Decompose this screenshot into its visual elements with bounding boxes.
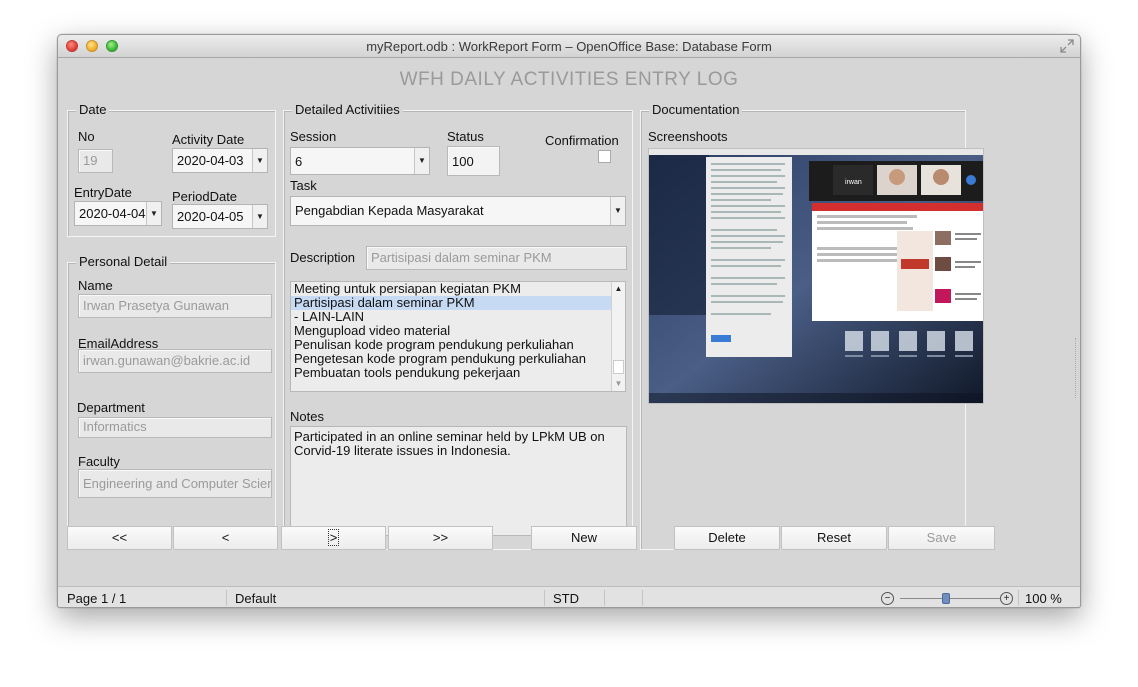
period-date-label: PeriodDate [172,189,238,204]
task-label: Task [290,178,317,193]
status-divider [604,590,605,606]
scroll-up-icon[interactable]: ▲ [612,282,625,296]
no-label: No [78,129,95,144]
screenshots-label: Screenshoots [648,129,728,144]
list-item[interactable]: Pengetesan kode program pendukung perkul… [291,352,625,366]
first-record-label: << [111,530,128,545]
name-field[interactable]: Irwan Prasetya Gunawan [78,294,272,318]
list-item[interactable]: Penulisan kode program pendukung perkuli… [291,338,625,352]
status-divider [1018,590,1019,606]
entry-date-value: 2020-04-04 [79,206,146,221]
form-content: WFH DAILY ACTIVITIES ENTRY LOG Date No 1… [58,58,1080,586]
listbox-scrollbar[interactable]: ▲ ▼ [611,282,625,391]
list-item[interactable]: Pembuatan tools pendukung pekerjaan [291,366,625,380]
activity-listbox[interactable]: Meeting untuk persiapan kegiatan PKM Part… [290,281,626,392]
faculty-label: Faculty [78,454,120,469]
entry-date-label: EntryDate [74,185,132,200]
zoom-in-icon[interactable]: + [1000,592,1013,605]
detailed-group-label: Detailed Activitiies [292,102,403,117]
delete-button[interactable]: Delete [674,526,780,550]
date-group-label: Date [76,102,110,117]
period-date-field[interactable]: 2020-04-05 ▼ [172,204,268,229]
status-divider [544,590,545,606]
department-label: Department [77,400,145,415]
session-field[interactable]: 6 ▼ [290,147,430,175]
status-field[interactable]: 100 [447,146,500,176]
documentation-group-label: Documentation [649,102,743,117]
activity-list-items: Meeting untuk persiapan kegiatan PKM Part… [291,282,625,380]
department-field[interactable]: Informatics [78,417,272,438]
first-record-button[interactable]: << [67,526,172,550]
form-title: WFH DAILY ACTIVITIES ENTRY LOG [399,69,739,90]
next-record-button[interactable]: > [281,526,386,550]
name-label: Name [78,278,113,293]
delete-label: Delete [708,530,746,545]
entry-date-field[interactable]: 2020-04-04 ▼ [74,201,162,226]
zoom-level[interactable]: 100 % [1025,591,1062,606]
zoom-out-icon[interactable]: − [881,592,894,605]
email-field[interactable]: irwan.gunawan@bakrie.ac.id [78,349,272,373]
notes-label: Notes [290,409,324,424]
screenshot-thumbnail: irwan [649,149,983,403]
no-field[interactable]: 19 [78,149,113,173]
confirmation-label: Confirmation [545,133,619,148]
list-item[interactable]: Meeting untuk persiapan kegiatan PKM [291,282,625,296]
description-field[interactable]: Partisipasi dalam seminar PKM [366,246,627,270]
confirmation-checkbox[interactable] [598,150,611,163]
page-indicator: Page 1 / 1 [67,591,127,606]
list-item[interactable]: Mengupload video material [291,324,625,338]
dropdown-arrow-icon[interactable]: ▼ [252,149,267,172]
screenshot-image[interactable]: irwan [648,148,984,404]
app-window: myReport.odb : WorkReport Form – OpenOff… [57,34,1081,608]
task-field[interactable]: Pengabdian Kepada Masyarakat ▼ [290,196,626,226]
selection-mode[interactable]: STD [553,591,579,606]
dropdown-arrow-icon[interactable]: ▼ [610,197,625,225]
scroll-down-icon[interactable]: ▼ [612,377,625,391]
task-value: Pengabdian Kepada Masyarakat [295,203,484,218]
status-bar: Page 1 / 1 Default STD − + 100 % [58,586,1080,607]
page-style: Default [235,591,277,606]
faculty-field[interactable]: Engineering and Computer Scier [78,469,272,498]
personal-group-label: Personal Detail [76,254,171,269]
status-label: Status [447,129,484,144]
new-record-button[interactable]: New [531,526,637,550]
shot-caption: irwan [845,179,862,186]
list-item[interactable]: Partisipasi dalam seminar PKM [291,296,625,310]
dropdown-arrow-icon[interactable]: ▼ [252,205,267,228]
next-record-label: > [327,529,340,546]
description-label: Description [290,250,356,265]
scroll-thumb[interactable] [613,360,624,374]
status-divider [226,590,227,606]
period-date-value: 2020-04-05 [177,209,244,224]
window-title: myReport.odb : WorkReport Form – OpenOff… [366,39,772,54]
status-divider [642,590,643,606]
fullscreen-icon[interactable] [1060,39,1074,53]
reset-label: Reset [817,530,851,545]
zoom-slider-track[interactable] [900,598,1000,599]
new-record-label: New [570,530,597,545]
dropdown-arrow-icon[interactable]: ▼ [414,148,429,174]
save-label: Save [926,530,957,545]
list-item[interactable]: - LAIN-LAIN [291,310,625,324]
zoom-slider-thumb[interactable] [942,593,950,604]
notes-field[interactable]: Participated in an online seminar held b… [290,426,627,536]
previous-record-button[interactable]: < [173,526,278,550]
last-record-label: >> [432,530,449,545]
reset-button[interactable]: Reset [781,526,887,550]
resize-grip[interactable] [1075,338,1078,398]
session-value: 6 [295,154,303,169]
activity-date-label: Activity Date [172,132,245,147]
activity-date-field[interactable]: 2020-04-03 ▼ [172,148,268,173]
title-bar: myReport.odb : WorkReport Form – OpenOff… [58,35,1080,58]
dropdown-arrow-icon[interactable]: ▼ [146,202,161,225]
activity-date-value: 2020-04-03 [177,153,244,168]
save-button[interactable]: Save [888,526,995,550]
last-record-button[interactable]: >> [388,526,493,550]
previous-record-label: < [221,530,230,545]
session-label: Session [290,129,337,144]
